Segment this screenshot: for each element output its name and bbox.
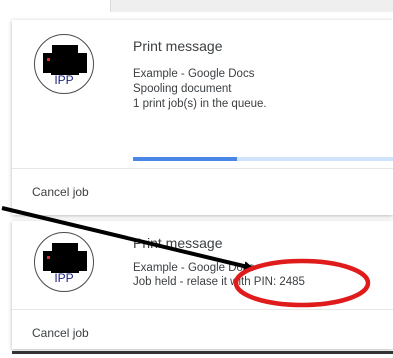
printer-icon: IPP bbox=[34, 34, 94, 94]
ipp-label: IPP bbox=[54, 73, 74, 87]
ipp-label: IPP bbox=[54, 271, 74, 285]
divider bbox=[12, 168, 393, 169]
document-name: Example - Google Docs bbox=[133, 68, 255, 80]
notification-stack: IPP Print message Example - Google Docs … bbox=[0, 0, 393, 358]
job-status: Spooling document bbox=[133, 83, 232, 95]
document-name: Example - Google Docs bbox=[133, 262, 255, 274]
bottom-border bbox=[12, 351, 393, 354]
cancel-job-button[interactable]: Cancel job bbox=[32, 326, 89, 340]
printer-icon: IPP bbox=[34, 232, 94, 292]
cancel-job-button[interactable]: Cancel job bbox=[32, 185, 89, 199]
queue-count: 1 print job(s) in the queue. bbox=[133, 98, 267, 110]
print-notification-card[interactable]: IPP Print message Example - Google Docs … bbox=[12, 221, 393, 349]
notification-title: Print message bbox=[133, 38, 223, 54]
progress-fill bbox=[133, 157, 237, 161]
notification-title: Print message bbox=[133, 235, 223, 251]
background-panel bbox=[110, 0, 393, 12]
print-notification-card[interactable]: IPP Print message Example - Google Docs … bbox=[12, 20, 393, 215]
divider bbox=[12, 309, 393, 310]
job-held-pin-message: Job held - relase it with PIN: 2485 bbox=[133, 276, 305, 288]
spooling-progress-bar bbox=[133, 157, 393, 161]
